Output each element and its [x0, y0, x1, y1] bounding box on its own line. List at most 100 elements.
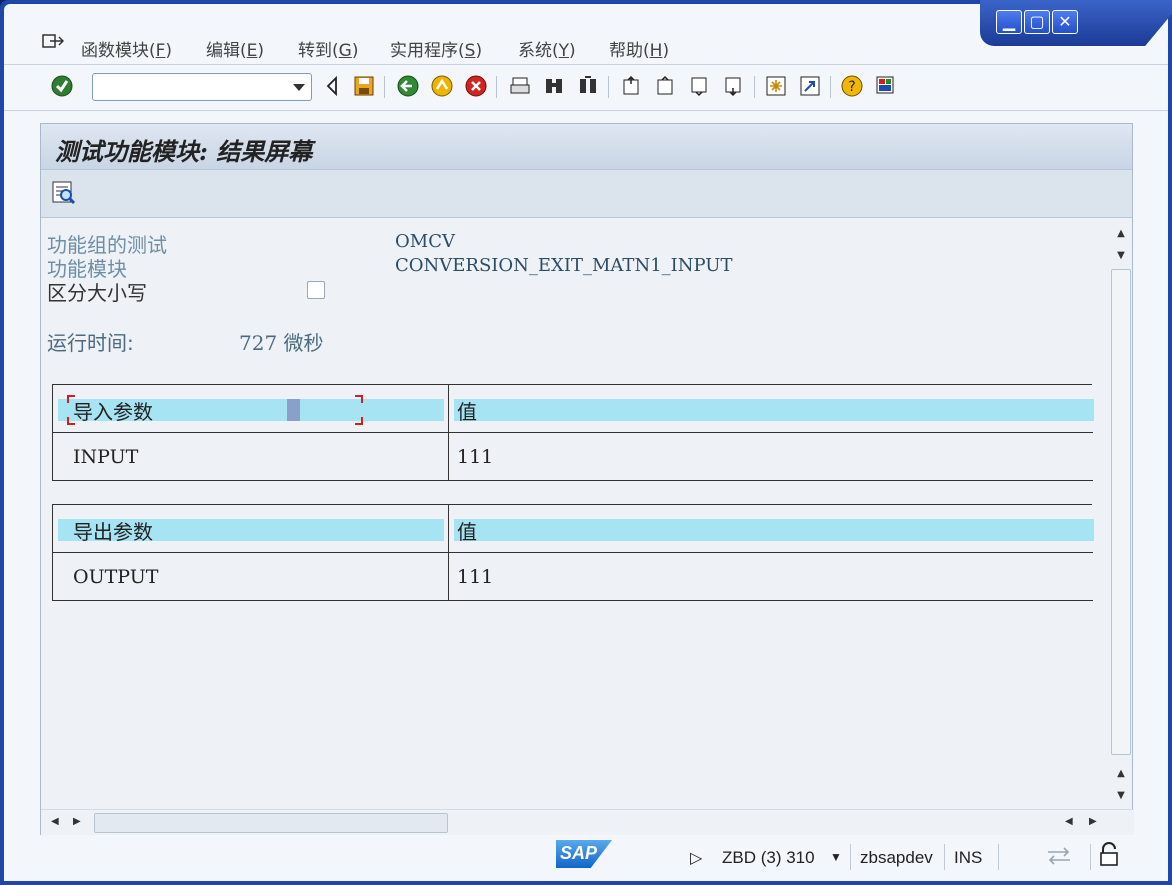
print-icon[interactable]	[508, 74, 532, 98]
toolbar-divider	[384, 76, 385, 98]
server-name: zbsapdev	[860, 848, 933, 867]
prev-page-icon[interactable]	[654, 74, 678, 98]
header-highlight	[454, 399, 1094, 421]
param-name: INPUT	[73, 446, 139, 468]
table-row: OUTPUT 111	[53, 553, 1093, 601]
menu-separator	[4, 64, 1168, 65]
insert-mode: INS	[954, 848, 983, 867]
menu-function-module[interactable]: 函数模块(F)	[81, 36, 172, 61]
scroll-left-icon[interactable]: ◀	[51, 816, 59, 827]
focus-frame	[67, 417, 75, 425]
menu-system-icon[interactable]	[42, 34, 64, 50]
close-button[interactable]: ✕	[1052, 10, 1078, 34]
layout-icon[interactable]	[874, 74, 898, 98]
connection-icon	[1048, 847, 1070, 865]
case-sensitive-checkbox[interactable]	[307, 281, 325, 299]
focus-frame	[355, 417, 363, 425]
menu-bar: 函数模块(F) 编辑(E) 转到(G) 实用程序(S) 系统(Y) 帮助(H)	[4, 4, 974, 64]
first-page-icon[interactable]	[620, 74, 644, 98]
table-header-row: 导入参数 值	[53, 385, 1094, 433]
header-highlight	[454, 519, 1094, 541]
param-value: 111	[457, 446, 494, 468]
export-parameters-table: 导出参数 值 OUTPUT 111	[52, 504, 1094, 601]
horizontal-scrollbar[interactable]: ◀ ▶ ◀ ▶	[41, 809, 1134, 835]
command-field[interactable]	[92, 73, 312, 101]
last-page-icon[interactable]	[722, 74, 746, 98]
status-bar: SAP ▷ ZBD (3) 310 ▼ zbsapdev INS	[4, 836, 1168, 877]
back-green-icon[interactable]	[396, 74, 420, 98]
scroll-left-icon[interactable]: ◀	[1065, 816, 1073, 827]
scroll-right-icon[interactable]: ▶	[73, 816, 81, 827]
table-header-cell[interactable]: 值	[449, 505, 1094, 552]
scroll-thumb[interactable]	[94, 813, 448, 833]
toolbar-separator	[4, 110, 1168, 111]
param-name: OUTPUT	[73, 566, 159, 588]
table-header-cell[interactable]: 值	[449, 385, 1094, 432]
detail-view-icon[interactable]	[51, 180, 77, 206]
page-title: 测试功能模块: 结果屏幕	[55, 137, 313, 166]
focus-frame	[355, 395, 363, 403]
value-header: 值	[457, 400, 477, 424]
case-sensitive-label: 区分大小写	[47, 281, 147, 305]
scroll-down-icon[interactable]: ▲	[1114, 767, 1128, 781]
table-cell[interactable]: 111	[449, 433, 1093, 480]
back-icon[interactable]	[320, 74, 344, 98]
toolbar-divider	[754, 76, 755, 98]
text-cursor	[287, 399, 300, 421]
sap-logo: SAP	[556, 840, 612, 868]
status-toggle-icon[interactable]: ▷	[690, 848, 702, 868]
result-content: 功能组的测试 OMCV 功能模块 CONVERSION_EXIT_MATN1_I…	[41, 219, 1111, 809]
shortcut-icon[interactable]	[798, 74, 822, 98]
menu-system[interactable]: 系统(Y)	[518, 36, 576, 61]
table-header-cell[interactable]: 导入参数	[53, 385, 449, 432]
toolbar-divider	[496, 76, 497, 98]
lock-icon[interactable]	[1098, 842, 1120, 868]
runtime-label: 运行时间:	[47, 331, 134, 355]
status-divider	[944, 844, 945, 870]
toolbar-divider	[830, 76, 831, 98]
find-next-icon[interactable]	[576, 74, 600, 98]
help-icon[interactable]: ?	[840, 74, 864, 98]
standard-toolbar: ?	[4, 66, 1168, 110]
table-cell[interactable]: OUTPUT	[53, 553, 449, 600]
menu-goto[interactable]: 转到(G)	[298, 36, 358, 61]
param-value: 111	[457, 566, 494, 588]
status-divider	[850, 844, 851, 870]
minimize-button[interactable]: ▁	[996, 10, 1022, 34]
enter-icon[interactable]	[50, 74, 74, 98]
table-header-cell[interactable]: 导出参数	[53, 505, 449, 552]
table-header-row: 导出参数 值	[53, 505, 1094, 553]
svg-text:?: ?	[848, 79, 855, 95]
scroll-track[interactable]	[1111, 269, 1131, 755]
value-header: 值	[457, 520, 477, 544]
focus-frame	[67, 395, 75, 403]
screen-area: 测试功能模块: 结果屏幕 功能组的测试 OMCV 功能模块 CONVERSION…	[40, 123, 1134, 835]
menu-utilities[interactable]: 实用程序(S)	[390, 36, 482, 61]
function-module-value: CONVERSION_EXIT_MATN1_INPUT	[395, 255, 733, 276]
vertical-scrollbar[interactable]: ▲ ▼ ▲ ▼	[1110, 219, 1132, 809]
save-icon[interactable]	[352, 74, 376, 98]
new-session-icon[interactable]	[764, 74, 788, 98]
menu-edit[interactable]: 编辑(E)	[206, 36, 264, 61]
import-param-header: 导入参数	[73, 400, 153, 424]
status-divider	[1090, 844, 1091, 870]
exit-icon[interactable]	[430, 74, 454, 98]
cancel-icon[interactable]	[464, 74, 488, 98]
scroll-up-icon[interactable]: ▼	[1114, 249, 1128, 263]
toolbar-divider	[608, 76, 609, 98]
table-row: INPUT 111	[53, 433, 1093, 481]
table-cell[interactable]: INPUT	[53, 433, 449, 480]
system-info: ZBD (3) 310	[722, 848, 815, 867]
scroll-page-up-icon[interactable]: ▲	[1114, 227, 1128, 241]
next-page-icon[interactable]	[688, 74, 712, 98]
scroll-right-icon[interactable]: ▶	[1089, 816, 1097, 827]
menu-help[interactable]: 帮助(H)	[609, 36, 669, 61]
chevron-down-icon[interactable]	[293, 84, 305, 91]
scroll-page-down-icon[interactable]: ▼	[1114, 789, 1128, 803]
chevron-down-icon[interactable]: ▼	[830, 850, 842, 864]
runtime-value: 727 微秒	[239, 331, 324, 355]
maximize-button[interactable]: ▢	[1024, 10, 1050, 34]
table-cell[interactable]: 111	[449, 553, 1093, 600]
find-icon[interactable]	[542, 74, 566, 98]
export-param-header: 导出参数	[73, 520, 153, 544]
